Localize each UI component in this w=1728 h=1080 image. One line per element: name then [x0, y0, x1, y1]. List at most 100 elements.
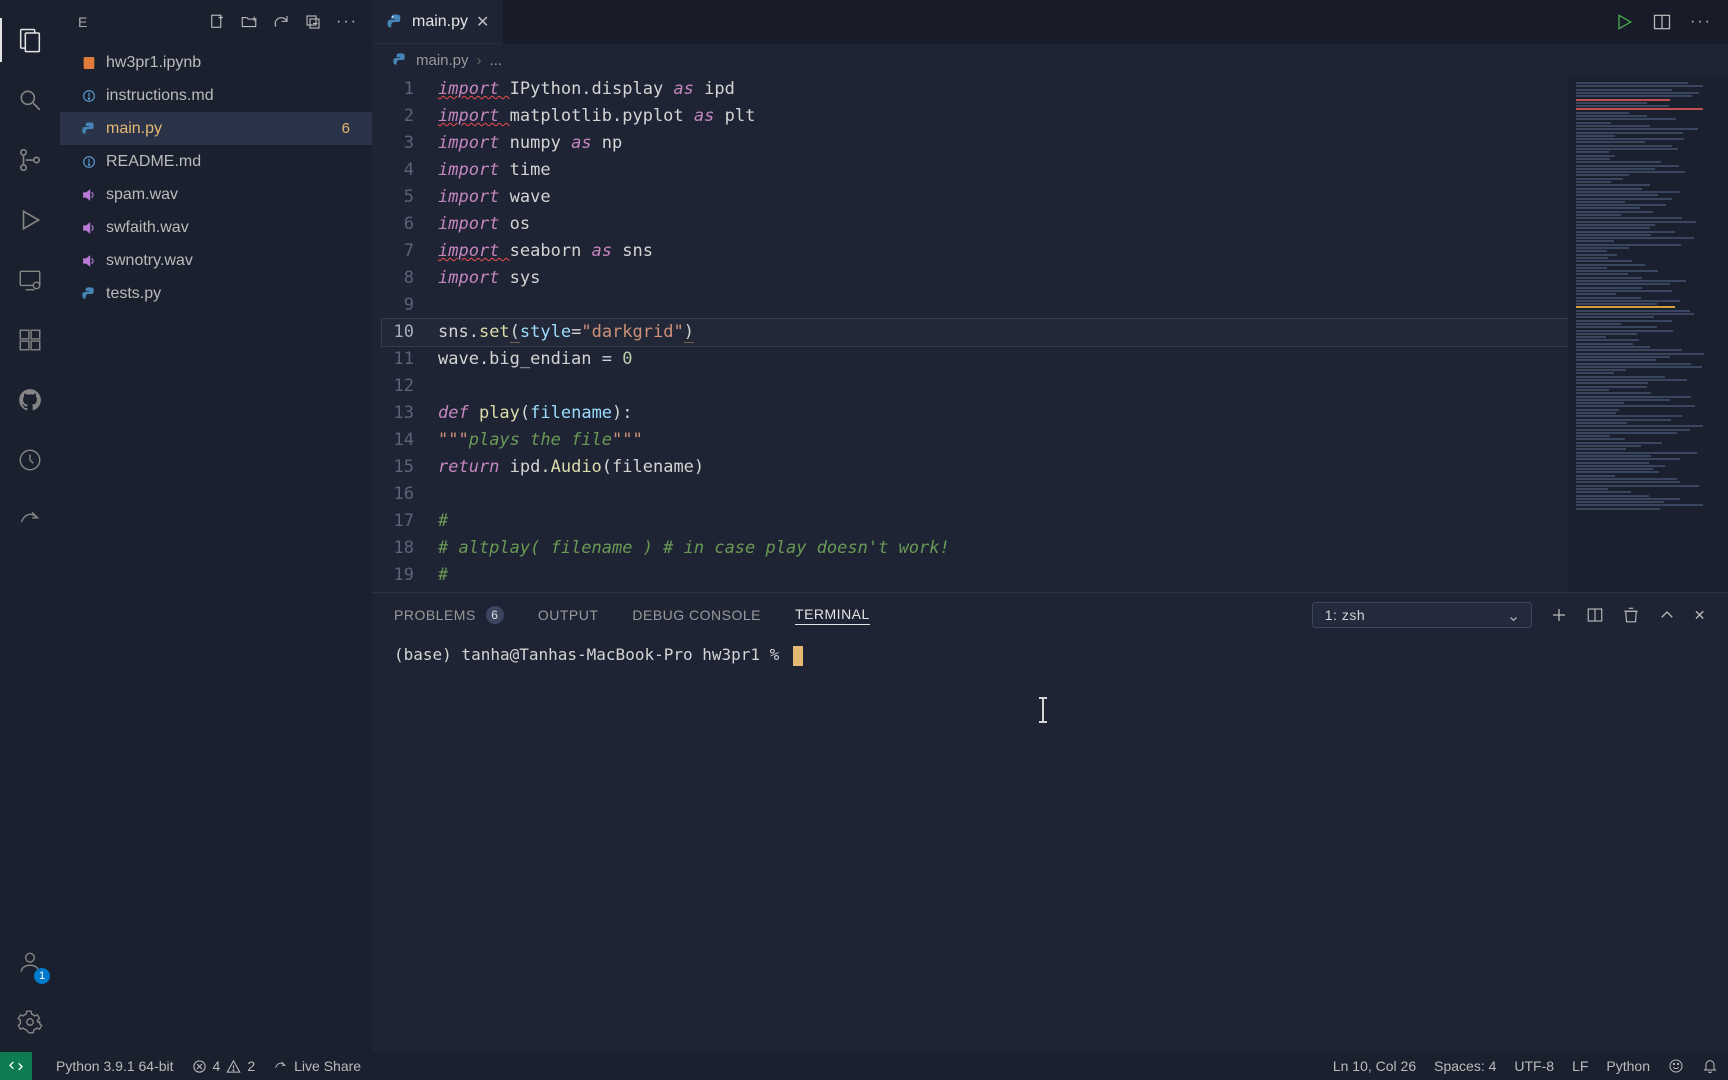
file-badge: 6	[342, 120, 360, 137]
tab-label: main.py	[412, 13, 468, 31]
file-label: spam.wav	[106, 186, 360, 204]
settings-gear-icon[interactable]	[0, 992, 60, 1052]
code-line: 9	[382, 292, 1568, 319]
file-label: swfaith.wav	[106, 219, 360, 237]
status-feedback-icon[interactable]	[1668, 1058, 1684, 1074]
status-eol[interactable]: LF	[1572, 1058, 1588, 1074]
new-folder-icon[interactable]	[240, 13, 258, 31]
status-problems[interactable]: 4 2	[192, 1058, 256, 1074]
code-line: 8import sys	[382, 265, 1568, 292]
code-line: 19#	[382, 562, 1568, 589]
file-label: README.md	[106, 153, 360, 171]
audio-file-icon	[78, 187, 100, 203]
explorer-icon[interactable]	[0, 10, 60, 70]
code-line: 7import seaborn as sns	[382, 238, 1568, 265]
terminal-select[interactable]: 1: zsh	[1312, 602, 1532, 628]
code-line: 4import time	[382, 157, 1568, 184]
code-line: 3import numpy as np	[382, 130, 1568, 157]
breadcrumb-file: main.py	[416, 52, 469, 69]
close-tab-icon[interactable]: ✕	[476, 12, 489, 32]
code-line: 14 """plays the file"""	[382, 427, 1568, 454]
panel-tab-problems[interactable]: PROBLEMS 6	[394, 606, 504, 624]
code-line: 18# altplay( filename ) # in case play d…	[382, 535, 1568, 562]
python-file-icon	[386, 13, 404, 31]
breadcrumbs[interactable]: main.py › ...	[372, 44, 1728, 76]
extensions-icon[interactable]	[0, 310, 60, 370]
code-editor[interactable]: 1import IPython.display as ipd2import ma…	[372, 76, 1568, 589]
status-bell-icon[interactable]	[1702, 1058, 1718, 1074]
timeline-icon[interactable]	[0, 430, 60, 490]
collapse-all-icon[interactable]	[304, 13, 322, 31]
editor-tabs: main.py ✕ ···	[372, 0, 1728, 44]
accounts-icon[interactable]: 1	[0, 932, 60, 992]
editor-more-icon[interactable]: ···	[1690, 13, 1712, 31]
run-file-icon[interactable]	[1614, 12, 1634, 32]
file-item-hw3pr1-ipynb[interactable]: hw3pr1.ipynb	[60, 46, 372, 79]
tab-main-py[interactable]: main.py ✕	[372, 0, 503, 44]
new-terminal-icon[interactable]	[1550, 606, 1568, 624]
explorer-title: E	[68, 14, 208, 30]
code-line: 15 return ipd.Audio(filename)	[382, 454, 1568, 481]
text-caret-icon	[1042, 699, 1044, 721]
share-icon[interactable]	[0, 490, 60, 550]
github-icon[interactable]	[0, 370, 60, 430]
maximize-panel-icon[interactable]	[1658, 606, 1676, 624]
audio-file-icon	[78, 253, 100, 269]
code-line: 13def play(filename):	[382, 400, 1568, 427]
code-line: 16	[382, 481, 1568, 508]
file-item-instructions-md[interactable]: instructions.md	[60, 79, 372, 112]
code-line: 2import matplotlib.pyplot as plt	[382, 103, 1568, 130]
panel-tab-output-label: OUTPUT	[538, 607, 599, 623]
panel: PROBLEMS 6 OUTPUT DEBUG CONSOLE TERMINAL…	[372, 592, 1728, 1052]
status-spaces[interactable]: Spaces: 4	[1434, 1058, 1496, 1074]
remote-indicator[interactable]	[0, 1052, 32, 1080]
status-interpreter[interactable]: Python 3.9.1 64-bit	[56, 1058, 174, 1074]
file-list: hw3pr1.ipynb instructions.md main.py 6 R…	[60, 44, 372, 1052]
code-line: 6import os	[382, 211, 1568, 238]
status-bar: Python 3.9.1 64-bit 4 2 Live Share Ln 10…	[0, 1052, 1728, 1080]
status-lang[interactable]: Python	[1606, 1058, 1650, 1074]
python-file-icon	[78, 121, 100, 137]
notebook-file-icon	[78, 55, 100, 71]
file-item-main-py[interactable]: main.py 6	[60, 112, 372, 145]
panel-tab-debug[interactable]: DEBUG CONSOLE	[632, 607, 761, 623]
panel-tab-terminal-label: TERMINAL	[795, 606, 870, 622]
more-icon[interactable]: ···	[336, 13, 358, 31]
split-terminal-icon[interactable]	[1586, 606, 1604, 624]
status-encoding[interactable]: UTF-8	[1514, 1058, 1554, 1074]
run-debug-icon[interactable]	[0, 190, 60, 250]
remote-explorer-icon[interactable]	[0, 250, 60, 310]
panel-tab-problems-label: PROBLEMS	[394, 607, 476, 623]
code-line: 5import wave	[382, 184, 1568, 211]
panel-tab-output[interactable]: OUTPUT	[538, 607, 599, 623]
md-file-icon	[78, 154, 100, 170]
code-line: 10sns.set(style="darkgrid")	[382, 319, 1568, 346]
code-line: 17#	[382, 508, 1568, 535]
file-label: swnotry.wav	[106, 252, 360, 270]
split-editor-icon[interactable]	[1652, 12, 1672, 32]
file-item-spam-wav[interactable]: spam.wav	[60, 178, 372, 211]
file-item-swfaith-wav[interactable]: swfaith.wav	[60, 211, 372, 244]
refresh-icon[interactable]	[272, 13, 290, 31]
file-item-README-md[interactable]: README.md	[60, 145, 372, 178]
panel-tab-terminal[interactable]: TERMINAL	[795, 606, 870, 625]
file-item-swnotry-wav[interactable]: swnotry.wav	[60, 244, 372, 277]
code-line: 11wave.big_endian = 0	[382, 346, 1568, 373]
source-control-icon[interactable]	[0, 130, 60, 190]
accounts-badge: 1	[34, 968, 50, 984]
audio-file-icon	[78, 220, 100, 236]
md-file-icon	[78, 88, 100, 104]
explorer-header: E ···	[60, 0, 372, 44]
status-lncol[interactable]: Ln 10, Col 26	[1333, 1058, 1416, 1074]
close-panel-icon[interactable]: ✕	[1694, 607, 1706, 624]
minimap[interactable]	[1568, 76, 1728, 592]
search-icon[interactable]	[0, 70, 60, 130]
new-file-icon[interactable]	[208, 13, 226, 31]
file-label: instructions.md	[106, 87, 360, 105]
status-liveshare[interactable]: Live Share	[273, 1058, 361, 1074]
code-line: 1import IPython.display as ipd	[382, 76, 1568, 103]
terminal[interactable]: (base) tanha@Tanhas-MacBook-Pro hw3pr1 %	[372, 637, 1728, 1052]
file-item-tests-py[interactable]: tests.py	[60, 277, 372, 310]
kill-terminal-icon[interactable]	[1622, 606, 1640, 624]
problems-badge: 6	[486, 606, 504, 624]
